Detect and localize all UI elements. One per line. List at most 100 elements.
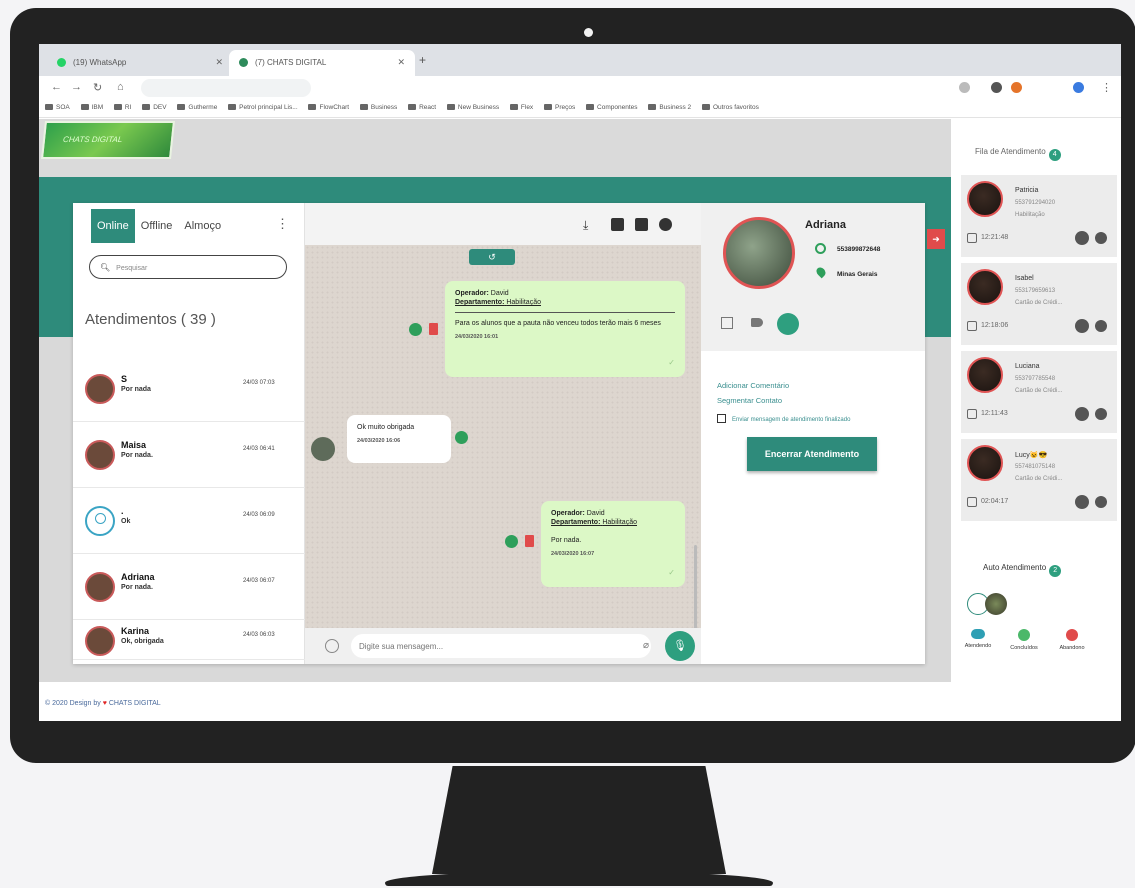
new-tab-icon[interactable]: +: [419, 53, 426, 67]
app-area: CHATS DIGITAL Online Offline Almoço ⋮ 🔍︎ Pe…: [39, 119, 951, 721]
close-tab-icon[interactable]: ✕: [397, 57, 405, 68]
bookmark-item[interactable]: Business: [359, 104, 397, 111]
message-input[interactable]: [351, 634, 651, 658]
add-comment-link[interactable]: Adicionar Comentário: [717, 381, 789, 390]
remove-icon[interactable]: [1095, 320, 1107, 332]
chat-card: Online Offline Almoço ⋮ 🔍︎ Pesquisar Atendi…: [73, 203, 945, 664]
more-options-icon[interactable]: ⋮: [276, 216, 289, 232]
end-attendance-button[interactable]: Encerrar Atendimento: [747, 437, 877, 471]
bookmark-item[interactable]: Petrol principal Lis...: [228, 104, 298, 111]
attach-icon[interactable]: ⌀: [643, 640, 649, 651]
emoji-icon[interactable]: [325, 639, 339, 653]
extension-icon[interactable]: [1011, 82, 1022, 93]
menu-icon[interactable]: ⋮: [1101, 81, 1112, 94]
bookmark-item[interactable]: Business 2: [648, 104, 691, 111]
message-bubble-outgoing: Operador: David Departamento: Habilitaçã…: [541, 501, 685, 587]
bookmark-item[interactable]: FlowChart: [308, 104, 349, 111]
take-attendance-icon[interactable]: [1075, 407, 1089, 421]
bookmark-item[interactable]: Flex: [509, 104, 533, 111]
reload-icon[interactable]: ↻: [93, 81, 102, 94]
forward-icon[interactable]: →: [71, 81, 82, 93]
remove-icon[interactable]: [1095, 496, 1107, 508]
browser-tab-whatsapp[interactable]: (19) WhatsApp ✕: [47, 50, 233, 76]
close-tab-icon[interactable]: ✕: [215, 57, 223, 68]
chat-header: ⤓: [305, 203, 701, 245]
reply-icon[interactable]: [409, 323, 422, 336]
heart-icon: ♥: [102, 700, 107, 707]
calendar-icon[interactable]: [721, 317, 733, 329]
checkbox[interactable]: [717, 414, 726, 423]
read-check-icon: ✓: [668, 358, 675, 368]
home-icon[interactable]: ⌂: [117, 81, 124, 93]
message-text: Por nada.: [551, 536, 582, 544]
tab-lunch[interactable]: Almoço: [178, 209, 227, 243]
bookmark-item[interactable]: Preços: [544, 104, 575, 111]
tab-offline[interactable]: Offline: [135, 209, 179, 243]
history-button[interactable]: ↺: [469, 249, 515, 265]
microphone-button[interactable]: 🎙︎: [665, 631, 695, 661]
brand-logo[interactable]: CHATS DIGITAL: [41, 121, 175, 159]
remove-icon[interactable]: [1095, 232, 1107, 244]
queue-item[interactable]: Luciana 553797785548 Cartão de Crédi... …: [961, 351, 1117, 433]
reply-icon[interactable]: [505, 535, 518, 548]
bookmark-item[interactable]: New Business: [446, 104, 499, 111]
bookmark-item[interactable]: React: [408, 104, 436, 111]
delete-icon[interactable]: [429, 323, 438, 335]
monitor-frame: (19) WhatsApp ✕ (7) CHATS DIGITAL ✕ + ← …: [10, 8, 1135, 763]
queue-time: 02:04:17: [981, 498, 1009, 505]
extension-icon[interactable]: [991, 82, 1002, 93]
contact-name: S: [121, 374, 128, 384]
bookmark-item[interactable]: Outros favoritos: [701, 104, 759, 111]
avatar[interactable]: [985, 593, 1007, 615]
tab-online[interactable]: Online: [91, 209, 135, 243]
back-icon[interactable]: ←: [51, 81, 62, 93]
send-end-message-option[interactable]: Enviar mensagem de atendimento finalizad…: [717, 414, 850, 423]
exit-icon[interactable]: ➜: [927, 229, 945, 249]
queue-phone: 557481075148: [1015, 464, 1056, 470]
bookmark-item[interactable]: SOA: [45, 104, 70, 111]
conversation-item[interactable]: Karina Ok, obrigada 24/03 06:03: [73, 620, 305, 660]
search-input[interactable]: 🔍︎ Pesquisar: [89, 255, 287, 279]
message-icon[interactable]: [635, 218, 648, 231]
address-bar[interactable]: [141, 79, 311, 97]
message-time: 24/03/2020 16:06: [357, 438, 401, 445]
download-icon[interactable]: ⤓: [583, 218, 596, 232]
user-icon[interactable]: [777, 313, 799, 335]
queue-item[interactable]: Lucy😺😎 557481075148 Cartão de Crédi... 0…: [961, 439, 1117, 521]
queue-item[interactable]: Patricia 553791294020 Habilitação 12:21:…: [961, 175, 1117, 257]
camera-icon[interactable]: [611, 218, 624, 231]
take-attendance-icon[interactable]: [1075, 319, 1089, 333]
browser-tabbar: (19) WhatsApp ✕ (7) CHATS DIGITAL ✕ +: [39, 44, 1121, 76]
reply-icon[interactable]: [455, 431, 468, 444]
conversation-item[interactable]: Adriana Por nada. 24/03 06:07: [73, 554, 305, 620]
conversation-item[interactable]: S Por nada 24/03 07:03: [73, 356, 305, 422]
bookmark-item[interactable]: Componentes: [586, 104, 638, 111]
remove-icon[interactable]: [1095, 408, 1107, 420]
department-name: Habilitação: [602, 519, 637, 527]
bookmark-item[interactable]: Gutherme: [177, 104, 217, 111]
profile-icon[interactable]: [1073, 82, 1084, 93]
browser-tab-chats-digital[interactable]: (7) CHATS DIGITAL ✕: [229, 50, 415, 76]
bookmark-item[interactable]: RI: [113, 104, 131, 111]
take-attendance-icon[interactable]: [1075, 495, 1089, 509]
bookmark-item[interactable]: DEV: [142, 104, 167, 111]
bookmark-item[interactable]: IBM: [80, 104, 103, 111]
extension-icon[interactable]: [959, 82, 970, 93]
footer-brand[interactable]: CHATS DIGITAL: [109, 700, 161, 707]
tab-label: (19) WhatsApp: [73, 58, 127, 67]
tag-icon[interactable]: [751, 318, 763, 327]
queue-count-badge: 4: [1048, 149, 1061, 161]
web-page: CHATS DIGITAL Online Offline Almoço ⋮ 🔍︎ Pe…: [39, 119, 1121, 721]
department-label: Departamento:: [551, 519, 601, 527]
queue-time: 12:18:06: [981, 322, 1009, 329]
queue-item[interactable]: Isabel 553179659613 Cartão de Crédi... 1…: [961, 263, 1117, 345]
avatar: [967, 445, 1003, 481]
delete-icon[interactable]: [525, 535, 534, 547]
conversation-item[interactable]: . Ok 24/03 06:09: [73, 488, 305, 554]
avatar: [85, 374, 115, 404]
transfer-icon[interactable]: [659, 218, 672, 231]
take-attendance-icon[interactable]: [1075, 231, 1089, 245]
contact-name: Maisa: [121, 440, 147, 450]
segment-contact-link[interactable]: Segmentar Contato: [717, 396, 782, 405]
conversation-item[interactable]: Maisa Por nada. 24/03 06:41: [73, 422, 305, 488]
